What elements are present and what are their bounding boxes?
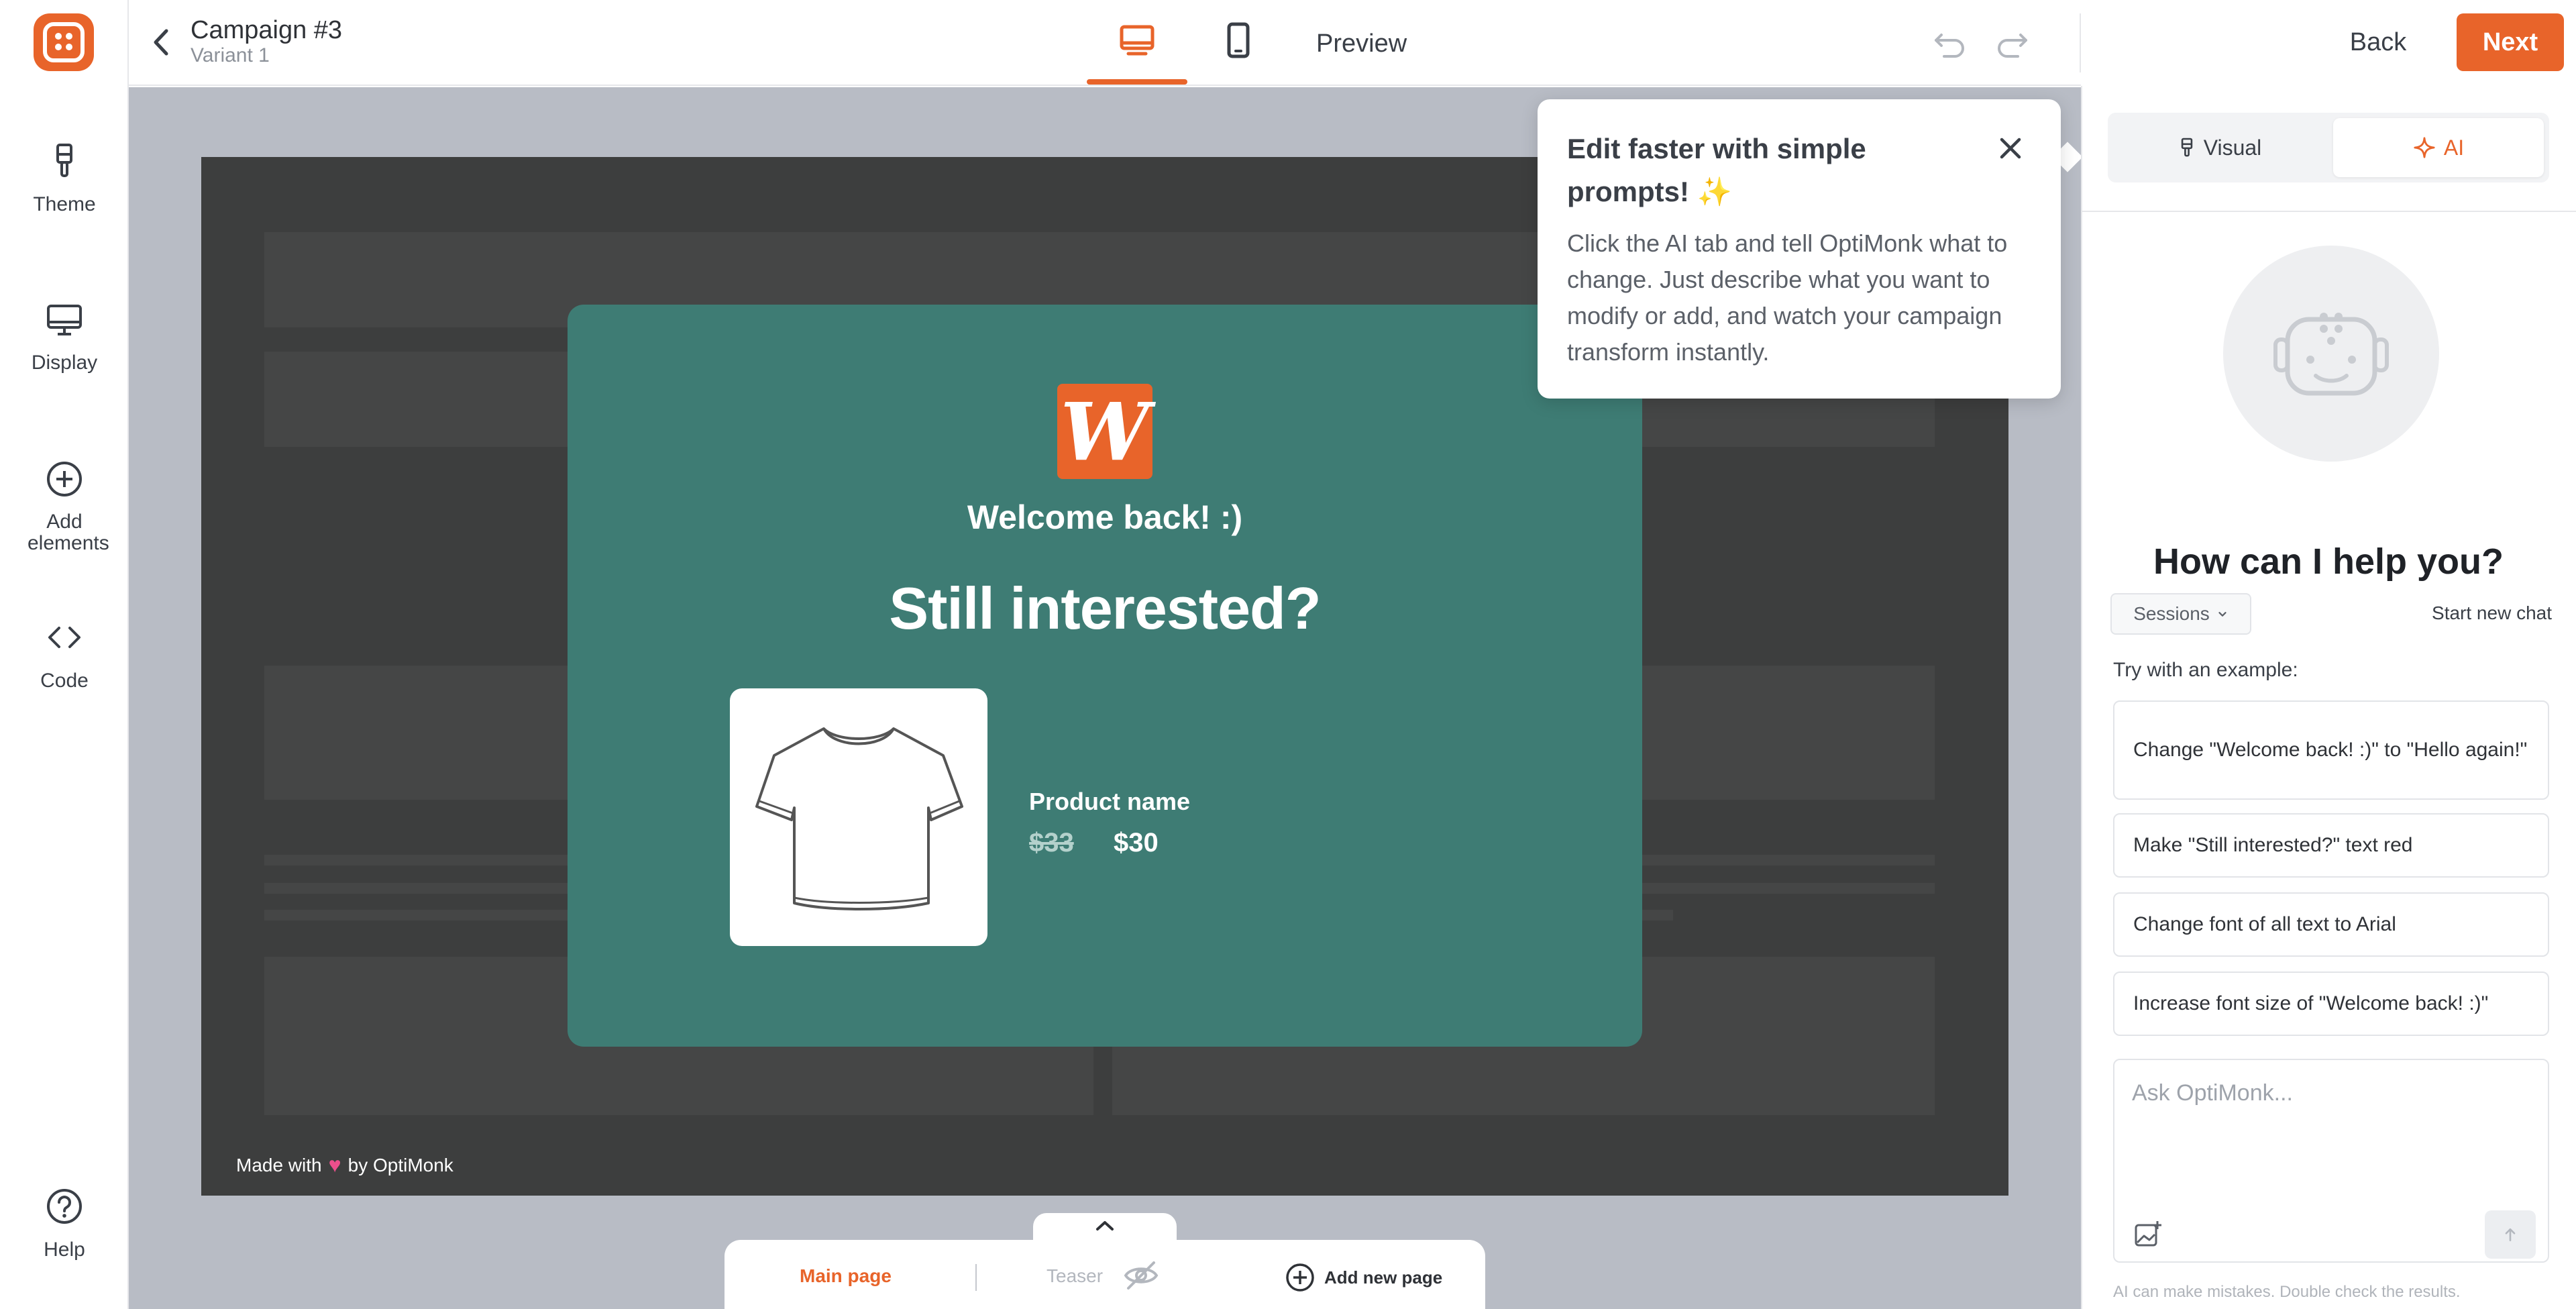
desktop-icon bbox=[1120, 25, 1155, 56]
example-prompt[interactable]: Change "Welcome back! :)" to "Hello agai… bbox=[2113, 700, 2549, 800]
logo-dot bbox=[66, 33, 72, 40]
sidebar-item-label: Help bbox=[44, 1239, 85, 1261]
tab-ai-label: AI bbox=[2443, 135, 2465, 160]
active-device-indicator bbox=[1087, 79, 1187, 85]
logo-dot bbox=[55, 33, 62, 40]
topbar-divider bbox=[2080, 13, 2081, 72]
tab-visual[interactable]: Visual bbox=[2113, 118, 2326, 177]
preview-button[interactable]: Preview bbox=[1316, 30, 1407, 58]
redo-icon[interactable] bbox=[1992, 25, 2030, 59]
sidebar-item-display[interactable]: Display bbox=[0, 298, 129, 374]
chat-input[interactable] bbox=[2132, 1076, 2528, 1110]
start-new-chat-button[interactable]: Start new chat bbox=[2388, 603, 2552, 624]
help-circle-icon bbox=[47, 1189, 82, 1224]
tab-main-page[interactable]: Main page bbox=[800, 1265, 892, 1287]
close-icon[interactable] bbox=[1994, 132, 2027, 165]
send-button[interactable] bbox=[2485, 1210, 2536, 1259]
sidebar-item-add-elements[interactable]: Add elements bbox=[0, 458, 129, 554]
popup-welcome-text[interactable]: Welcome back! :) bbox=[568, 498, 1642, 537]
product-old-price[interactable]: $33 bbox=[1029, 828, 1074, 858]
add-new-page-label: Add new page bbox=[1324, 1267, 1443, 1288]
code-icon bbox=[48, 627, 80, 648]
ai-disclaimer: AI can make mistakes. Double check the r… bbox=[2113, 1283, 2461, 1301]
tab-teaser[interactable]: Teaser bbox=[1046, 1265, 1103, 1287]
sidebar-item-label: Code bbox=[40, 670, 89, 692]
product-name[interactable]: Product name bbox=[1029, 788, 1190, 816]
tooltip-body: Click the AI tab and tell OptiMonk what … bbox=[1567, 229, 2008, 366]
eye-off-icon[interactable] bbox=[1122, 1259, 1161, 1292]
sessions-dropdown[interactable]: Sessions bbox=[2110, 593, 2251, 635]
variant-name: Variant 1 bbox=[191, 44, 270, 66]
heart-icon: ♥ bbox=[328, 1153, 341, 1177]
mobile-view-button[interactable] bbox=[1216, 19, 1260, 66]
example-prompt[interactable]: Increase font size of "Welcome back! :)" bbox=[2113, 972, 2549, 1036]
product-image[interactable] bbox=[730, 688, 987, 946]
logo-frame bbox=[43, 22, 85, 62]
popup-headline[interactable]: Still interested? bbox=[568, 574, 1642, 643]
tab-visual-label: Visual bbox=[2203, 135, 2262, 160]
made-with-suffix: by OptiMonk bbox=[347, 1154, 453, 1175]
made-with-badge[interactable]: Made with ♥ by OptiMonk bbox=[236, 1153, 453, 1177]
arrow-up-icon bbox=[2505, 1228, 2516, 1241]
brand-logo[interactable]: W bbox=[1057, 384, 1152, 479]
sidebar-item-theme[interactable]: Theme bbox=[0, 140, 129, 216]
tooltip-title: Edit faster with simple prompts! ✨ bbox=[1567, 133, 1866, 207]
undo-icon[interactable] bbox=[1932, 25, 1970, 59]
chevron-left-icon[interactable] bbox=[148, 25, 174, 59]
pages-divider bbox=[975, 1264, 977, 1291]
add-new-page-button[interactable]: Add new page bbox=[1284, 1261, 1442, 1294]
sidebar-item-label: Theme bbox=[33, 193, 96, 215]
sidebar-item-code[interactable]: Code bbox=[0, 616, 129, 692]
sparkle-icon bbox=[2414, 137, 2435, 158]
logo-dot bbox=[66, 44, 72, 50]
tab-ai[interactable]: AI bbox=[2333, 118, 2544, 177]
sidebar-item-help[interactable]: Help bbox=[0, 1185, 129, 1261]
back-button[interactable]: Back bbox=[2334, 13, 2422, 71]
sidebar-item-label: Display bbox=[31, 352, 98, 374]
example-prompt[interactable]: Make "Still interested?" text red bbox=[2113, 813, 2549, 878]
product-new-price[interactable]: $30 bbox=[1114, 828, 1159, 858]
example-prompt[interactable]: Change font of all text to Arial bbox=[2113, 892, 2549, 957]
assistant-heading: How can I help you? bbox=[2153, 541, 2504, 582]
sidebar-item-label: Add elements bbox=[28, 511, 109, 554]
brush-icon bbox=[56, 144, 72, 177]
robot-icon bbox=[2273, 313, 2389, 396]
image-upload-icon[interactable] bbox=[2133, 1220, 2163, 1249]
ai-assistant-avatar bbox=[2223, 246, 2439, 462]
campaign-title: Campaign #3 bbox=[191, 16, 343, 44]
next-button[interactable]: Next bbox=[2457, 13, 2564, 71]
logo-dot bbox=[55, 44, 62, 50]
monitor-icon bbox=[47, 305, 82, 335]
plus-circle-icon bbox=[47, 462, 82, 496]
tshirt-icon bbox=[755, 727, 963, 910]
panel-divider bbox=[2082, 211, 2576, 212]
made-with-prefix: Made with bbox=[236, 1154, 322, 1175]
brush-icon bbox=[2181, 138, 2192, 157]
desktop-view-button[interactable] bbox=[1087, 16, 1187, 86]
try-example-label: Try with an example: bbox=[2113, 659, 2298, 681]
optimonk-logo-icon[interactable] bbox=[34, 13, 94, 71]
chevron-down-icon bbox=[2218, 612, 2226, 617]
sessions-label: Sessions bbox=[2133, 603, 2210, 624]
plus-circle-icon bbox=[1286, 1263, 1314, 1292]
